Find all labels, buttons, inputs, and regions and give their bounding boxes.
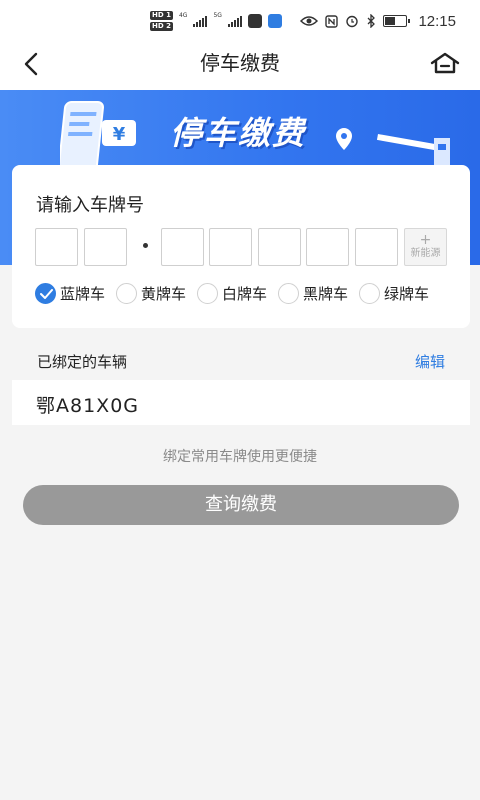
plate-color-option-black[interactable]: 黑牌车 (278, 283, 348, 304)
clock: 12:15 (418, 12, 456, 30)
plate-char-box-3[interactable] (161, 228, 204, 266)
battery-fill (385, 17, 396, 25)
edit-button[interactable]: 编辑 (415, 351, 445, 372)
network-type-1: 4G (178, 12, 188, 19)
plate-color-label: 蓝牌车 (60, 285, 106, 303)
currency-symbol: ¥ (113, 124, 126, 145)
plate-char-box-7[interactable] (355, 228, 398, 266)
plate-color-option-white[interactable]: 白牌车 (197, 283, 267, 304)
plate-char-box-6[interactable] (306, 228, 349, 266)
signal-icon (227, 15, 242, 27)
battery-icon (383, 15, 411, 27)
sim2-badge: HD 2 (150, 22, 173, 31)
nav-bar: 停车缴费 (0, 40, 480, 90)
bluetooth-icon (367, 14, 376, 28)
new-energy-label: 新能源 (410, 248, 441, 259)
app-notification-icon (247, 14, 262, 28)
chevron-left-icon (24, 52, 38, 76)
plate-color-option-green[interactable]: 绿牌车 (359, 283, 429, 304)
network-type-2: 5G (213, 12, 222, 19)
bind-hint-text: 绑定常用车牌使用更便捷 (163, 449, 317, 465)
plate-color-label: 黑牌车 (303, 285, 349, 303)
plate-char-box-4[interactable] (209, 228, 252, 266)
sim-indicators: HD 1 HD 2 (150, 11, 173, 31)
bound-vehicles-title: 已绑定的车辆 (37, 353, 128, 371)
plate-char-box-1[interactable] (35, 228, 78, 266)
eye-icon (300, 16, 319, 26)
status-left: HD 1 HD 2 4G 5G (150, 10, 282, 32)
plate-char-box-2[interactable] (84, 228, 127, 266)
plate-color-label: 绿牌车 (384, 285, 430, 303)
sim1-badge: HD 1 (150, 11, 173, 20)
app-notification-icon (267, 14, 282, 28)
home-button[interactable] (428, 48, 462, 80)
radio-unchecked-icon (197, 283, 218, 304)
plate-color-label: 黄牌车 (141, 285, 187, 303)
home-icon (430, 52, 460, 74)
plate-input-card: 请输入车牌号 + 新能源 蓝牌车 黄牌车 白牌车 黑牌车 绿牌车 (12, 165, 470, 328)
plate-char-box-5[interactable] (258, 228, 301, 266)
vehicle-plate-number: 鄂A81X0G (36, 395, 140, 417)
status-bar: HD 1 HD 2 4G 5G 12:15 (0, 0, 480, 40)
plate-color-option-yellow[interactable]: 黄牌车 (116, 283, 186, 304)
alarm-icon (346, 15, 359, 28)
plate-input-title: 请输入车牌号 (36, 195, 144, 216)
nfc-icon (325, 14, 339, 28)
plus-icon: + (419, 232, 432, 248)
plate-color-label: 白牌车 (222, 285, 268, 303)
page-title: 停车缴费 (200, 51, 280, 75)
radio-checked-icon (35, 283, 56, 304)
signal-icon (193, 15, 208, 27)
radio-unchecked-icon (278, 283, 299, 304)
radio-unchecked-icon (359, 283, 380, 304)
new-energy-plate-box[interactable]: + 新能源 (404, 228, 447, 266)
plate-separator-dot (143, 243, 148, 248)
bound-vehicle-item[interactable]: 鄂A81X0G (12, 380, 470, 425)
back-button[interactable] (16, 48, 48, 80)
plate-color-option-blue[interactable]: 蓝牌车 (35, 283, 105, 304)
radio-unchecked-icon (116, 283, 137, 304)
query-fee-button[interactable]: 查询缴费 (23, 485, 459, 525)
banner-title: 停车缴费 (170, 114, 307, 152)
status-right: 12:15 (300, 10, 456, 32)
